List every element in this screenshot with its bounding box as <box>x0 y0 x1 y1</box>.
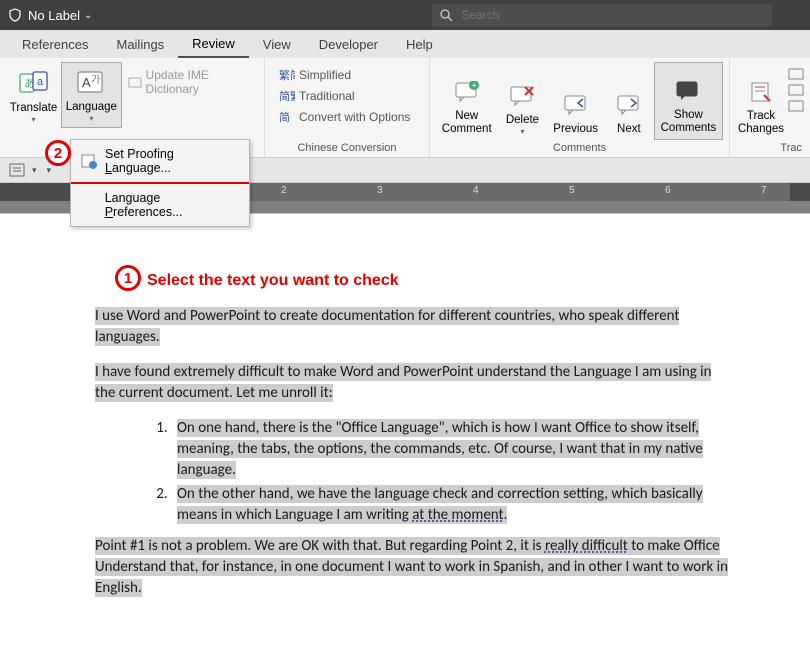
tracking-option-icon[interactable] <box>788 100 804 112</box>
svg-text:가: 가 <box>91 74 100 86</box>
chevron-down-icon[interactable]: ▾ <box>32 165 37 176</box>
annotation-text: Select the text you want to check <box>147 272 399 290</box>
tracking-option-icon[interactable] <box>788 84 804 96</box>
doc-label[interactable]: No Label <box>28 8 80 23</box>
tab-developer[interactable]: Developer <box>305 31 392 57</box>
svg-text:+: + <box>471 81 476 91</box>
svg-text:繁简: 繁简 <box>279 68 295 82</box>
next-button[interactable]: Next <box>604 62 654 140</box>
group-label-tracking: Trac <box>736 140 804 157</box>
set-proofing-language-item[interactable]: Set Proofing Language... <box>71 140 249 184</box>
simplified-button[interactable]: 繁简 Simplified <box>275 66 419 84</box>
translate-icon: あa <box>18 68 50 100</box>
chevron-down-icon: ▾ <box>32 115 36 124</box>
chevron-down-icon: ▾ <box>520 127 524 136</box>
next-icon <box>613 89 645 121</box>
delete-icon <box>506 80 538 112</box>
editor-icon[interactable] <box>8 162 26 178</box>
group-label-comments: Comments <box>436 140 723 157</box>
language-dropdown: Set Proofing Language... Language Prefer… <box>70 139 250 227</box>
show-comments-button[interactable]: Show Comments <box>654 62 723 140</box>
blank-icon <box>81 197 97 213</box>
chevron-down-icon[interactable]: ⌄ <box>84 10 92 21</box>
convert-icon: 简 <box>279 110 295 124</box>
update-ime-button[interactable]: Update IME Dictionary <box>124 66 256 98</box>
group-comments: + New Comment Delete ▾ Previous <box>430 58 730 157</box>
tab-review[interactable]: Review <box>178 30 249 58</box>
search-input[interactable] <box>461 8 764 22</box>
annotation-circle-1: 1 <box>115 265 141 291</box>
annotation-circle-2: 2 <box>45 140 71 166</box>
previous-icon <box>560 89 592 121</box>
ime-icon <box>128 75 142 89</box>
tracking-option-icon[interactable] <box>788 68 804 80</box>
list-item: On one hand, there is the "Office Langua… <box>171 418 730 481</box>
chevron-down-icon: ▾ <box>89 114 93 123</box>
group-label-chinese: Chinese Conversion <box>271 140 423 157</box>
track-changes-button[interactable]: Track Changes <box>736 62 786 140</box>
search-box[interactable] <box>432 4 772 26</box>
svg-text:简繁: 简繁 <box>279 89 295 103</box>
group-tracking: Track Changes Trac <box>730 58 810 157</box>
search-icon <box>440 9 453 22</box>
track-changes-icon <box>745 76 777 108</box>
list-item: On the other hand, we have the language … <box>171 484 730 526</box>
traditional-icon: 简繁 <box>279 89 295 103</box>
document-area: 1 Select the text you want to check I us… <box>0 201 810 655</box>
tab-references[interactable]: References <box>8 31 102 57</box>
tab-mailings[interactable]: Mailings <box>102 31 178 57</box>
language-preferences-item[interactable]: Language Preferences... <box>71 184 249 226</box>
svg-text:A: A <box>82 75 91 90</box>
show-comments-icon <box>672 75 704 107</box>
translate-button[interactable]: あa Translate ▾ <box>6 62 61 128</box>
selected-text: I use Word and PowerPoint to create docu… <box>95 307 679 346</box>
document-body[interactable]: I use Word and PowerPoint to create docu… <box>95 306 730 599</box>
delete-comment-button[interactable]: Delete ▾ <box>497 62 547 140</box>
titlebar: No Label ⌄ <box>0 0 810 30</box>
language-button[interactable]: A가 Language ▾ <box>61 62 121 128</box>
page[interactable]: 1 Select the text you want to check I us… <box>0 213 810 655</box>
svg-text:简: 简 <box>279 110 290 124</box>
selected-text: Point #1 is not a problem. We are OK wit… <box>95 537 545 555</box>
proofing-icon <box>81 153 97 169</box>
svg-text:a: a <box>37 76 44 88</box>
language-icon: A가 <box>75 67 107 99</box>
simplified-icon: 繁简 <box>279 68 295 82</box>
shield-icon <box>8 8 22 22</box>
new-comment-icon: + <box>451 76 483 108</box>
tab-view[interactable]: View <box>249 31 305 57</box>
previous-button[interactable]: Previous <box>547 62 603 140</box>
traditional-button[interactable]: 简繁 Traditional <box>275 87 419 105</box>
group-chinese: 繁简 Simplified 简繁 Traditional 简 Convert w… <box>265 58 430 157</box>
ribbon-tabs: References Mailings Review View Develope… <box>0 30 810 58</box>
selected-text: I have found extremely difficult to make… <box>95 363 711 402</box>
new-comment-button[interactable]: + New Comment <box>436 62 497 140</box>
convert-options-button[interactable]: 简 Convert with Options <box>275 108 419 126</box>
customize-qat-icon[interactable]: ▾ <box>47 165 52 176</box>
tab-help[interactable]: Help <box>392 31 447 57</box>
